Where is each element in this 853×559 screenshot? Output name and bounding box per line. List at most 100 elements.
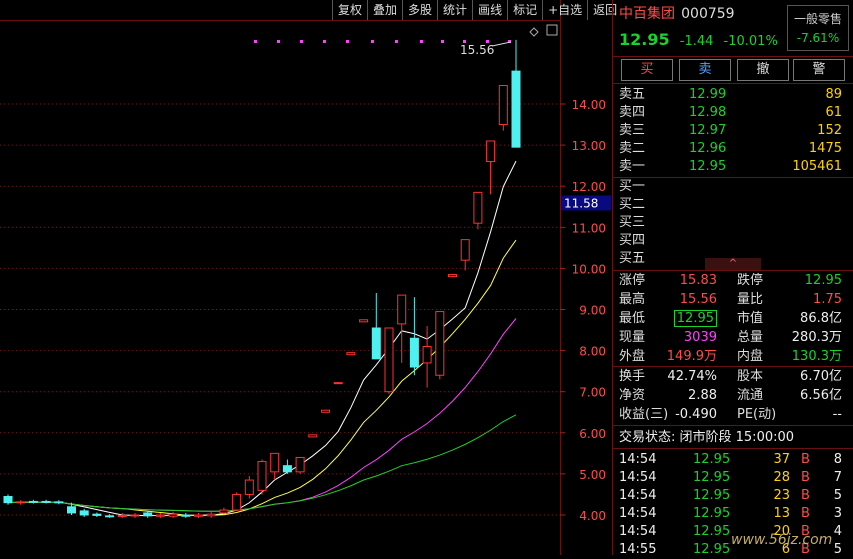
stat-value: -- bbox=[832, 407, 842, 422]
candle-body[interactable] bbox=[460, 239, 470, 261]
chevron-up-icon: ^ bbox=[728, 258, 738, 269]
tick-volume: 23 bbox=[773, 488, 790, 503]
sell-button[interactable]: 卖 bbox=[679, 59, 731, 81]
candle-body[interactable] bbox=[473, 191, 483, 224]
candle-body[interactable] bbox=[257, 461, 267, 491]
tick-count: 8 bbox=[833, 452, 842, 467]
level-volume: 152 bbox=[817, 123, 842, 138]
marker-dot bbox=[254, 40, 257, 43]
stat-value: 15.56 bbox=[679, 292, 717, 307]
stat-value: 130.3万 bbox=[791, 349, 842, 364]
candle-body[interactable] bbox=[181, 514, 191, 517]
toolbar-item[interactable]: +自选 bbox=[542, 0, 587, 20]
candle-body[interactable] bbox=[295, 456, 305, 473]
level-price: 12.99 bbox=[689, 87, 727, 102]
candle-body[interactable] bbox=[168, 513, 178, 517]
stat-label: 涨停 bbox=[619, 273, 646, 288]
candle-body[interactable] bbox=[384, 327, 394, 393]
stat-value: 1.75 bbox=[813, 292, 842, 307]
candle-body[interactable] bbox=[79, 510, 89, 516]
tick-count: 5 bbox=[833, 488, 842, 503]
candle-body[interactable] bbox=[67, 506, 76, 514]
candle-body[interactable] bbox=[155, 514, 165, 517]
tick-price: 12.95 bbox=[693, 452, 731, 467]
level-label: 买一 bbox=[619, 179, 646, 194]
y-tick-label: 9.00 bbox=[579, 304, 606, 318]
stat-value: 2.88 bbox=[688, 388, 717, 403]
candle-body[interactable] bbox=[282, 465, 292, 473]
candle-body[interactable] bbox=[346, 352, 356, 356]
high-price-arrow bbox=[491, 41, 512, 47]
candle-body[interactable] bbox=[511, 70, 521, 148]
candle-body[interactable] bbox=[409, 337, 419, 368]
candle-body[interactable] bbox=[16, 501, 26, 504]
tick-direction: B bbox=[801, 452, 810, 467]
kline-chart[interactable]: 14.00 13.00 12.00 11.00 10.00 9.00 8.00 7.00 6.0… bbox=[0, 0, 612, 555]
candle-body[interactable] bbox=[244, 479, 254, 495]
candle-body[interactable] bbox=[359, 319, 369, 323]
y-tick-label: 12.00 bbox=[572, 180, 606, 194]
tick-price: 12.95 bbox=[693, 542, 731, 557]
collapse-button[interactable]: ^ bbox=[705, 258, 761, 270]
buy-button[interactable]: 买 bbox=[621, 59, 673, 81]
toolbar-item[interactable]: 统计 bbox=[437, 0, 472, 20]
candle-body[interactable] bbox=[92, 513, 102, 516]
candle-body[interactable] bbox=[232, 493, 242, 511]
toolbar-item[interactable]: 叠加 bbox=[367, 0, 402, 20]
candle-body[interactable] bbox=[498, 85, 508, 126]
candle-body[interactable] bbox=[54, 501, 64, 504]
candle-body[interactable] bbox=[270, 452, 280, 473]
alert-button[interactable]: 警 bbox=[793, 59, 845, 81]
stat-value: 12.95 bbox=[804, 273, 842, 288]
candle-body[interactable] bbox=[28, 500, 38, 503]
candle-body[interactable] bbox=[397, 294, 407, 325]
watermark: www.56jz.com bbox=[731, 532, 833, 548]
level-label: 卖四 bbox=[619, 105, 646, 120]
candle-body[interactable] bbox=[448, 274, 457, 278]
stat-value: 280.3万 bbox=[791, 330, 842, 345]
diamond-icon[interactable] bbox=[529, 27, 539, 37]
toolbar-item[interactable]: 画线 bbox=[472, 0, 507, 20]
stat-label: 股本 bbox=[737, 369, 764, 384]
candle-body[interactable] bbox=[371, 327, 381, 360]
candle-body[interactable] bbox=[206, 513, 216, 517]
candle-body[interactable] bbox=[41, 500, 51, 503]
stat-label: 收益(三) bbox=[619, 407, 669, 422]
marker-dot bbox=[277, 40, 280, 43]
candle-body[interactable] bbox=[422, 345, 432, 364]
candle-body[interactable] bbox=[130, 514, 140, 517]
stat-value: 149.9万 bbox=[666, 349, 717, 364]
price-marker-label: 11.58 bbox=[564, 196, 598, 210]
y-tick-label: 5.00 bbox=[579, 468, 606, 482]
tick-time: 14:54 bbox=[619, 524, 657, 539]
candle-body[interactable] bbox=[143, 512, 153, 517]
level-price: 12.97 bbox=[689, 123, 727, 138]
stat-label: 市值 bbox=[737, 311, 764, 326]
stat-label: 最高 bbox=[619, 292, 646, 307]
y-tick-label: 11.00 bbox=[572, 221, 606, 235]
candle-body[interactable] bbox=[3, 496, 13, 504]
tick-volume: 28 bbox=[773, 470, 790, 485]
square-icon[interactable] bbox=[546, 24, 558, 36]
stat-label: 净资 bbox=[619, 388, 646, 403]
stat-label: 内盘 bbox=[737, 349, 764, 364]
stat-value: 15.83 bbox=[679, 273, 717, 288]
candle-body[interactable] bbox=[105, 515, 115, 518]
tick-price: 12.95 bbox=[693, 506, 731, 521]
marker-dot bbox=[323, 40, 326, 43]
toolbar-item[interactable]: 标记 bbox=[507, 0, 542, 20]
tick-count: 3 bbox=[833, 506, 842, 521]
candle-body[interactable] bbox=[219, 509, 229, 514]
toolbar-item[interactable]: 多股 bbox=[402, 0, 437, 20]
candle-body[interactable] bbox=[194, 514, 203, 517]
cancel-button[interactable]: 撤 bbox=[737, 59, 789, 81]
candle-body[interactable] bbox=[486, 140, 496, 163]
candle-body[interactable] bbox=[333, 382, 343, 385]
toolbar-item[interactable]: 复权 bbox=[332, 0, 367, 20]
candle-body[interactable] bbox=[435, 311, 445, 376]
tick-direction: B bbox=[801, 506, 810, 521]
candle-body[interactable] bbox=[308, 434, 318, 438]
candle-body[interactable] bbox=[117, 514, 127, 517]
stat-label: 量比 bbox=[737, 292, 764, 307]
candle-body[interactable] bbox=[321, 409, 330, 413]
